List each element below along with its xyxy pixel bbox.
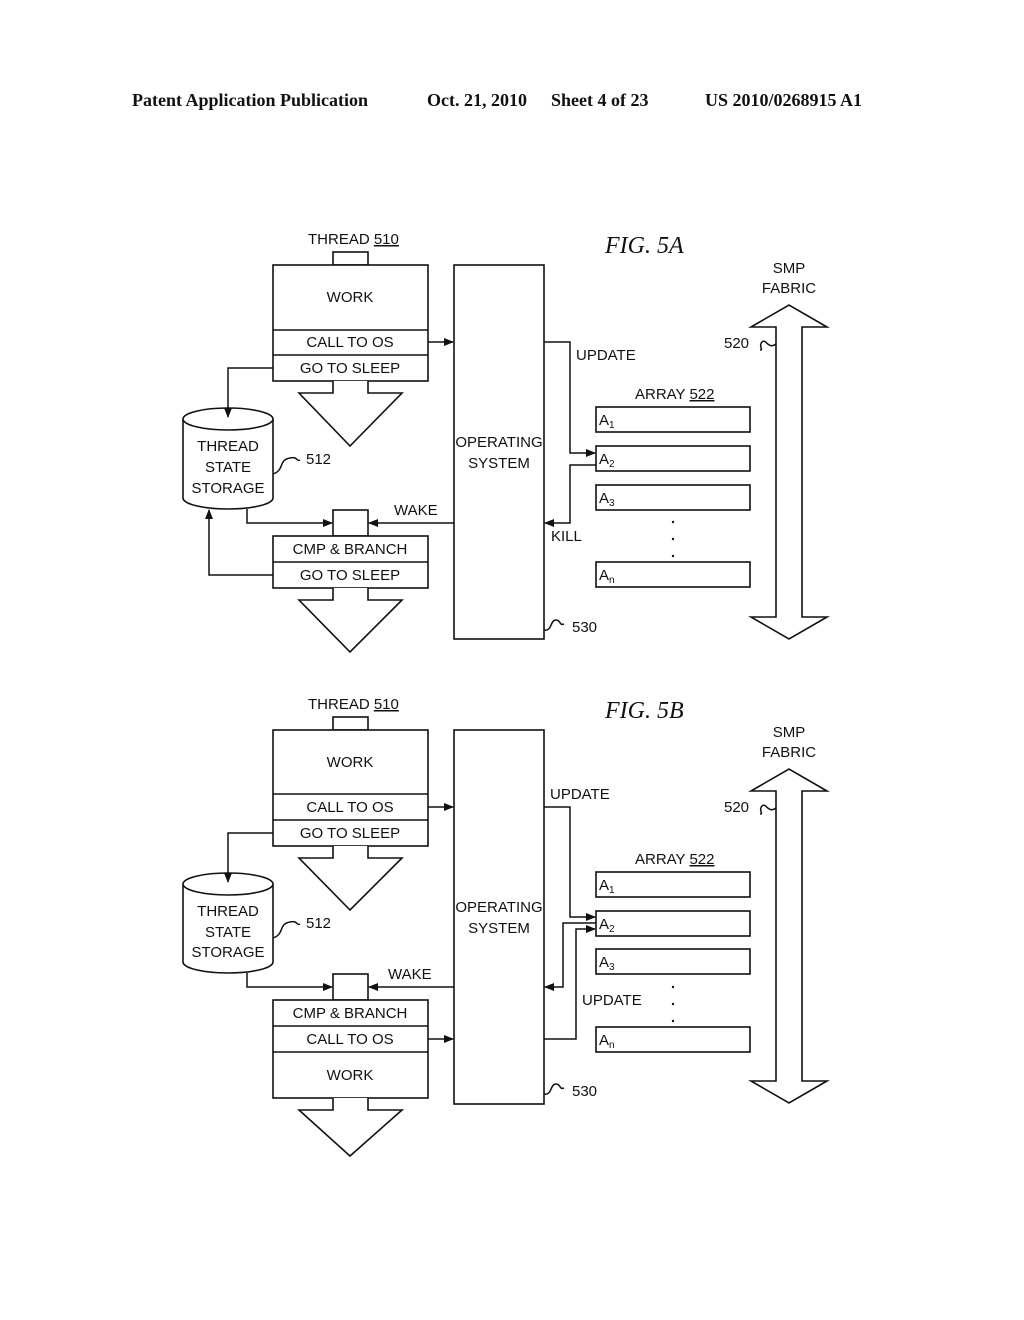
svg-text:FABRIC: FABRIC [762,744,816,761]
block-cmp-branch: CMP & BRANCH [293,541,408,558]
svg-text:SYSTEM: SYSTEM [468,920,530,937]
return-arrow [544,922,596,991]
block-call-to-os: CALL TO OS [306,334,393,351]
thread-upper-block: WORK CALL TO OS GO TO SLEEP [272,251,429,448]
thread-label: THREAD 510 [308,696,399,713]
wake-label: WAKE [394,502,438,519]
array-label: ARRAY 522 [635,386,715,403]
kill-label: KILL [551,528,582,545]
svg-text:STATE: STATE [205,459,251,476]
figure-title: FIG. 5A [604,233,684,259]
block-go-to-sleep: GO TO SLEEP [300,825,400,842]
operating-system-box [453,729,545,1105]
array-item: An [595,561,751,588]
down-arrow-icon [296,1098,405,1158]
update-label: UPDATE [576,347,636,364]
double-arrow-icon [748,768,830,1104]
sleep-state-arrow [205,509,273,576]
figure-5b: FIG. 5B THREAD 510 WORK CALL TO OS GO TO… [182,696,830,1158]
thread-state-storage: THREAD STATE STORAGE 512 [182,872,331,974]
wake-label: WAKE [388,966,432,983]
array-item: A1 [595,406,751,433]
fabric-ref: 520 [724,799,749,816]
array-item: A3 [595,948,751,975]
down-arrow-icon [297,846,404,912]
svg-text:SMP: SMP [773,724,806,741]
block-work: WORK [327,1067,374,1084]
fabric-ref: 520 [724,335,749,352]
os-ref: 530 [572,1083,597,1100]
restore-arrow [246,973,333,991]
thread-label: THREAD 510 [308,231,399,248]
svg-text:STATE: STATE [205,924,251,941]
down-arrow-icon [297,588,404,654]
array-item: An [595,1026,751,1053]
os-ref: 530 [572,619,597,636]
array-item: A3 [595,484,751,511]
restore-arrow [246,509,333,527]
array-item: A1 [595,871,751,898]
svg-text:OPERATING: OPERATING [455,899,542,916]
svg-text:SYSTEM: SYSTEM [468,455,530,472]
block-cmp-branch: CMP & BRANCH [293,1005,408,1022]
array-item: A2 [595,910,751,937]
figure-5a: FIG. 5A THREAD 510 WORK CALL TO OS GO TO… [182,231,830,654]
svg-text:THREAD: THREAD [197,438,259,455]
block-go-to-sleep: GO TO SLEEP [300,567,400,584]
figure-title: FIG. 5B [604,698,684,724]
update-label-2: UPDATE [582,992,642,1009]
svg-text:STORAGE: STORAGE [191,944,264,961]
update-arrow-2 [544,925,596,1040]
storage-ref: 512 [306,915,331,932]
block-work: WORK [327,754,374,771]
svg-text:FABRIC: FABRIC [762,280,816,297]
thread-state-storage: THREAD STATE STORAGE 512 [182,407,331,510]
diagram-canvas: FIG. 5A THREAD 510 WORK CALL TO OS GO TO… [182,231,830,1158]
block-go-to-sleep: GO TO SLEEP [300,360,400,377]
array-item: A2 [595,445,751,472]
storage-ref: 512 [306,451,331,468]
block-work: WORK [327,289,374,306]
block-call-to-os: CALL TO OS [306,799,393,816]
array-label: ARRAY 522 [635,851,715,868]
thread-upper-block: WORK CALL TO OS GO TO SLEEP [272,716,429,912]
svg-text:SMP: SMP [773,260,806,277]
double-arrow-icon [748,304,830,640]
kill-arrow [544,464,596,527]
down-arrow-icon [297,381,404,448]
thread-lower-block: CMP & BRANCH CALL TO OS WORK [272,973,429,1158]
svg-text:OPERATING: OPERATING [455,434,542,451]
operating-system-box [453,264,545,640]
update-label: UPDATE [550,786,610,803]
block-call-to-os: CALL TO OS [306,1031,393,1048]
svg-text:THREAD: THREAD [197,903,259,920]
update-arrow [544,806,596,921]
thread-lower-block: CMP & BRANCH GO TO SLEEP [272,509,429,654]
svg-text:STORAGE: STORAGE [191,480,264,497]
